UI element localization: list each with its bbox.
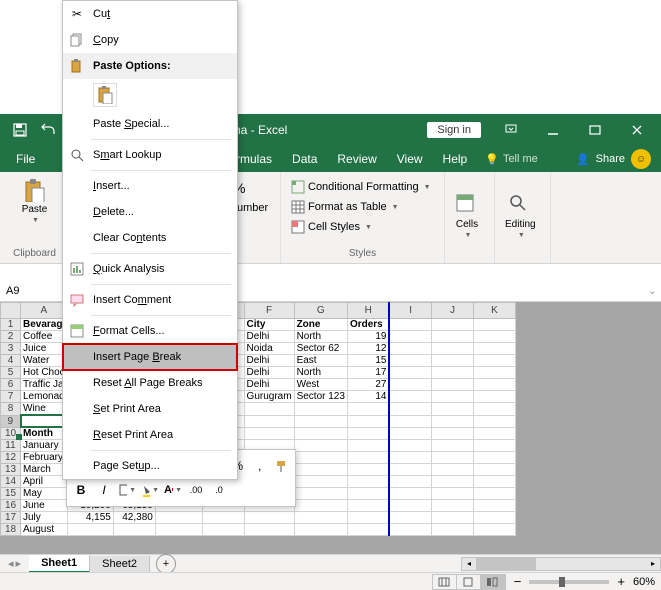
conditional-formatting-button[interactable]: Conditional Formatting▼ [287, 178, 435, 196]
paste-options-row [63, 79, 237, 111]
italic-button[interactable]: I [94, 480, 114, 500]
menu-cut[interactable]: ✂Cut [63, 1, 237, 27]
decrease-decimal-icon[interactable]: .0 [209, 480, 229, 500]
editing-button[interactable]: Editing▼ [501, 189, 540, 243]
expand-formula-icon[interactable]: ⌄ [644, 284, 661, 297]
menu-delete[interactable]: Delete... [63, 199, 237, 225]
menu-insert-comment[interactable]: Insert Comment [63, 287, 237, 313]
menu-clear-contents[interactable]: Clear Contents [63, 225, 237, 251]
zoom-in-button[interactable]: + [613, 574, 629, 589]
tell-me-search[interactable]: 💡 Tell me [477, 146, 546, 172]
ribbon-options-icon[interactable] [491, 116, 531, 144]
share-button[interactable]: Share [596, 153, 625, 165]
comment-icon [69, 292, 85, 308]
borders-icon[interactable]: ▼ [117, 480, 137, 500]
signin-button[interactable]: Sign in [427, 122, 481, 138]
font-color-icon[interactable]: A▼ [163, 480, 183, 500]
quick-analysis-icon [69, 261, 85, 277]
sheet-tab-bar: ◂▸ Sheet1 Sheet2 + ◂ ▸ [0, 554, 661, 572]
menu-insert[interactable]: Insert... [63, 173, 237, 199]
paste-option-default[interactable] [93, 83, 117, 107]
tab-nav-next-icon[interactable]: ▸ [16, 557, 22, 570]
tab-view[interactable]: View [387, 146, 433, 172]
increase-decimal-icon[interactable]: .00 [186, 480, 206, 500]
menu-format-cells[interactable]: Format Cells... [63, 318, 237, 344]
menu-insert-page-break[interactable]: Insert Page Break [63, 344, 237, 370]
feedback-icon[interactable]: ☺ [631, 149, 651, 169]
save-icon[interactable] [8, 118, 32, 142]
cf-icon [291, 180, 305, 194]
smart-lookup-icon [69, 147, 85, 163]
table-icon [291, 200, 305, 214]
bold-button[interactable]: B [71, 480, 91, 500]
cells-icon [455, 193, 479, 217]
menu-reset-page-breaks[interactable]: Reset All Page Breaks [63, 370, 237, 396]
zoom-level[interactable]: 60% [633, 576, 655, 588]
row-9-header[interactable]: 9 [1, 415, 21, 427]
menu-copy[interactable]: Copy [63, 27, 237, 53]
select-all-corner[interactable] [1, 303, 21, 319]
page-break-view-button[interactable] [481, 575, 505, 589]
comma-format-icon[interactable]: , [250, 456, 269, 476]
scroll-right-icon[interactable]: ▸ [646, 558, 660, 570]
clipboard-icon [22, 178, 46, 202]
tab-help[interactable]: Help [433, 146, 478, 172]
cells-button[interactable]: Cells▼ [451, 189, 483, 243]
styles-group-label: Styles [287, 246, 438, 261]
menu-page-setup[interactable]: Page Setup... [63, 453, 237, 479]
maximize-button[interactable] [575, 116, 615, 144]
menu-set-print-area[interactable]: Set Print Area [63, 396, 237, 422]
zoom-out-button[interactable]: − [510, 574, 526, 589]
scissors-icon: ✂ [69, 6, 85, 22]
sheet-tab-sheet2[interactable]: Sheet2 [90, 556, 150, 572]
share-icon: 👤 [576, 153, 590, 166]
format-painter-icon[interactable] [272, 456, 291, 476]
tab-nav-prev-icon[interactable]: ◂ [8, 557, 14, 570]
menu-reset-print-area[interactable]: Reset Print Area [63, 422, 237, 448]
lightbulb-icon: 💡 [485, 153, 499, 166]
close-button[interactable] [617, 116, 657, 144]
copy-icon [69, 32, 85, 48]
horizontal-scrollbar[interactable]: ◂ ▸ [461, 557, 661, 571]
scroll-left-icon[interactable]: ◂ [462, 558, 476, 570]
tab-review[interactable]: Review [327, 146, 386, 172]
menu-smart-lookup[interactable]: Smart Lookup [63, 142, 237, 168]
format-as-table-button[interactable]: Format as Table▼ [287, 198, 403, 216]
clipboard-group-label: Clipboard [6, 246, 63, 261]
paste-icon [69, 58, 85, 74]
context-menu: ✂Cut Copy Paste Options: Paste Special..… [62, 0, 238, 480]
tab-data[interactable]: Data [282, 146, 327, 172]
scroll-thumb[interactable] [476, 558, 536, 570]
new-sheet-button[interactable]: + [156, 554, 176, 574]
undo-icon[interactable] [36, 118, 60, 142]
format-cells-icon [69, 323, 85, 339]
sheet-tab-sheet1[interactable]: Sheet1 [29, 555, 90, 573]
minimize-button[interactable] [533, 116, 573, 144]
tab-file[interactable]: File [0, 146, 51, 172]
selection-handle-icon [16, 434, 22, 440]
fill-color-icon[interactable]: ▼ [140, 480, 160, 500]
zoom-slider[interactable] [529, 580, 609, 584]
col-header[interactable]: A [21, 303, 68, 319]
menu-paste-options-header: Paste Options: [63, 53, 237, 79]
cell-styles-button[interactable]: Cell Styles▼ [287, 218, 376, 236]
number-format-button[interactable]: umber [233, 200, 272, 216]
page-layout-view-button[interactable] [457, 575, 481, 589]
menu-paste-special[interactable]: Paste Special... [63, 111, 237, 137]
status-bar: − + 60% [0, 572, 661, 590]
editing-icon [508, 193, 532, 217]
menu-quick-analysis[interactable]: Quick Analysis [63, 256, 237, 282]
normal-view-button[interactable] [433, 575, 457, 589]
cellstyle-icon [291, 220, 305, 234]
paste-button[interactable]: Paste▼ [18, 174, 52, 228]
